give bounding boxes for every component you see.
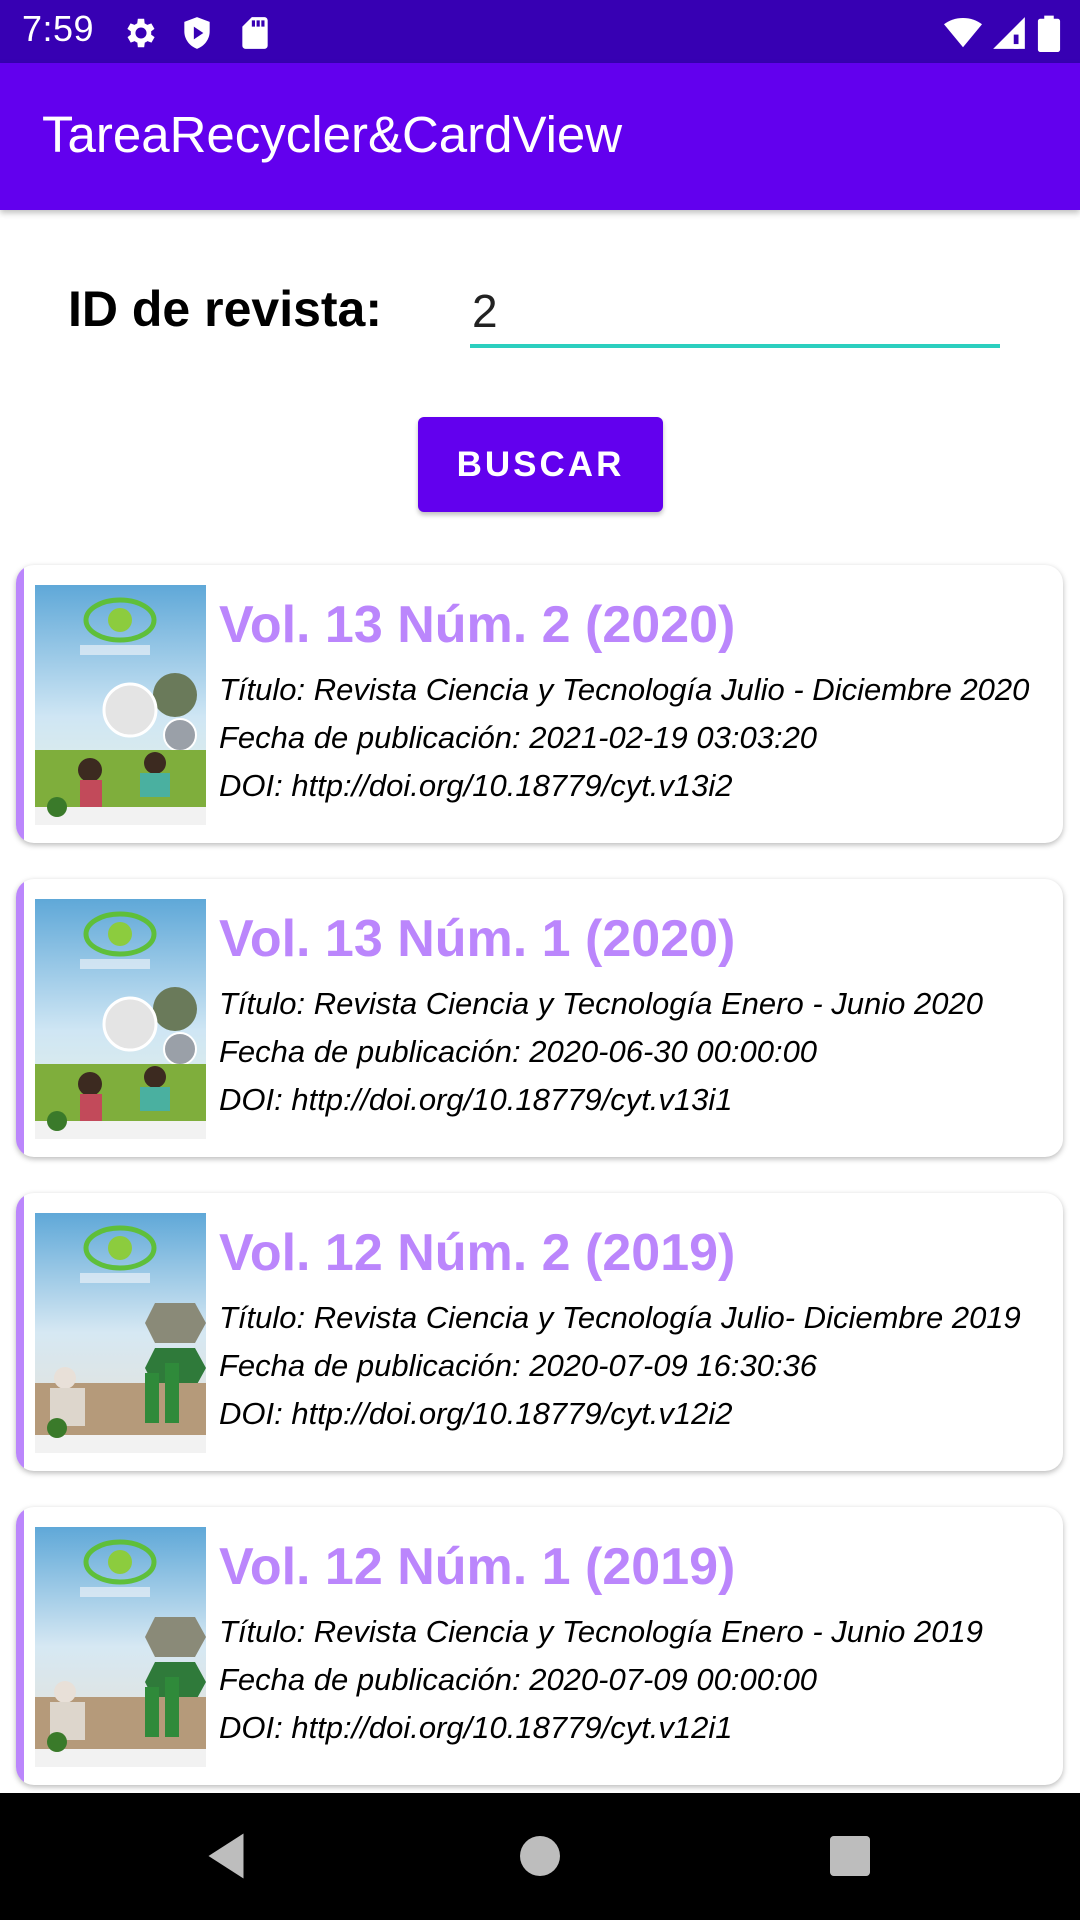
issue-date: Fecha de publicación: 2021-02-19 03:03:2… — [219, 720, 818, 755]
search-button[interactable]: BUSCAR — [418, 417, 663, 512]
issue-card[interactable]: Vol. 13 Núm. 2 (2020) Título: Revista Ci… — [16, 565, 1063, 843]
issue-doi: DOI: http://doi.org/10.18779/cyt.v13i1 — [219, 1082, 733, 1117]
issue-card[interactable]: Vol. 12 Núm. 2 (2019) Título: Revista Ci… — [16, 1193, 1063, 1471]
card-accent-bar — [16, 879, 24, 1157]
cell-signal-icon — [993, 17, 1025, 49]
issue-card[interactable]: Vol. 13 Núm. 1 (2020) Título: Revista Ci… — [16, 879, 1063, 1157]
sd-card-icon — [242, 17, 268, 49]
app-bar: TareaRecycler&CardView — [0, 63, 1080, 210]
card-accent-bar — [16, 565, 24, 843]
home-icon[interactable] — [510, 1826, 570, 1886]
issue-volume: Vol. 13 Núm. 1 (2020) — [219, 910, 736, 968]
wifi-icon — [944, 17, 982, 48]
cover-image — [35, 1527, 206, 1767]
issue-card[interactable]: Vol. 12 Núm. 1 (2019) Título: Revista Ci… — [16, 1507, 1063, 1785]
cover-image — [35, 899, 206, 1139]
card-accent-bar — [16, 1507, 24, 1785]
id-label: ID de revista: — [68, 281, 383, 337]
issue-title: Título: Revista Ciencia y Tecnología Jul… — [219, 1300, 1021, 1335]
cover-image — [35, 585, 206, 825]
issue-date: Fecha de publicación: 2020-06-30 00:00:0… — [219, 1034, 818, 1069]
issue-doi: DOI: http://doi.org/10.18779/cyt.v13i2 — [219, 768, 733, 803]
navigation-bar — [0, 1793, 1080, 1920]
issue-date: Fecha de publicación: 2020-07-09 00:00:0… — [219, 1662, 818, 1697]
issue-doi: DOI: http://doi.org/10.18779/cyt.v12i1 — [219, 1710, 733, 1745]
issue-title: Título: Revista Ciencia y Tecnología Ene… — [219, 986, 983, 1021]
journal-id-input[interactable] — [470, 278, 1000, 348]
issue-doi: DOI: http://doi.org/10.18779/cyt.v12i2 — [219, 1396, 733, 1431]
issue-volume: Vol. 12 Núm. 2 (2019) — [219, 1224, 736, 1282]
issue-volume: Vol. 13 Núm. 2 (2020) — [219, 596, 736, 654]
status-bar: 7:59 — [0, 0, 1080, 63]
status-time: 7:59 — [22, 8, 95, 49]
gear-icon — [127, 18, 155, 48]
back-icon[interactable] — [196, 1826, 256, 1886]
issue-date: Fecha de publicación: 2020-07-09 16:30:3… — [219, 1348, 818, 1383]
issue-title: Título: Revista Ciencia y Tecnología Ene… — [219, 1614, 983, 1649]
cover-image — [35, 1213, 206, 1453]
app-title: TareaRecycler&CardView — [42, 106, 623, 163]
issue-title: Título: Revista Ciencia y Tecnología Jul… — [219, 672, 1030, 707]
shield-play-icon — [184, 17, 210, 49]
issue-volume: Vol. 12 Núm. 1 (2019) — [219, 1538, 736, 1596]
card-accent-bar — [16, 1193, 24, 1471]
recents-icon[interactable] — [820, 1826, 880, 1886]
battery-icon — [1037, 15, 1061, 52]
